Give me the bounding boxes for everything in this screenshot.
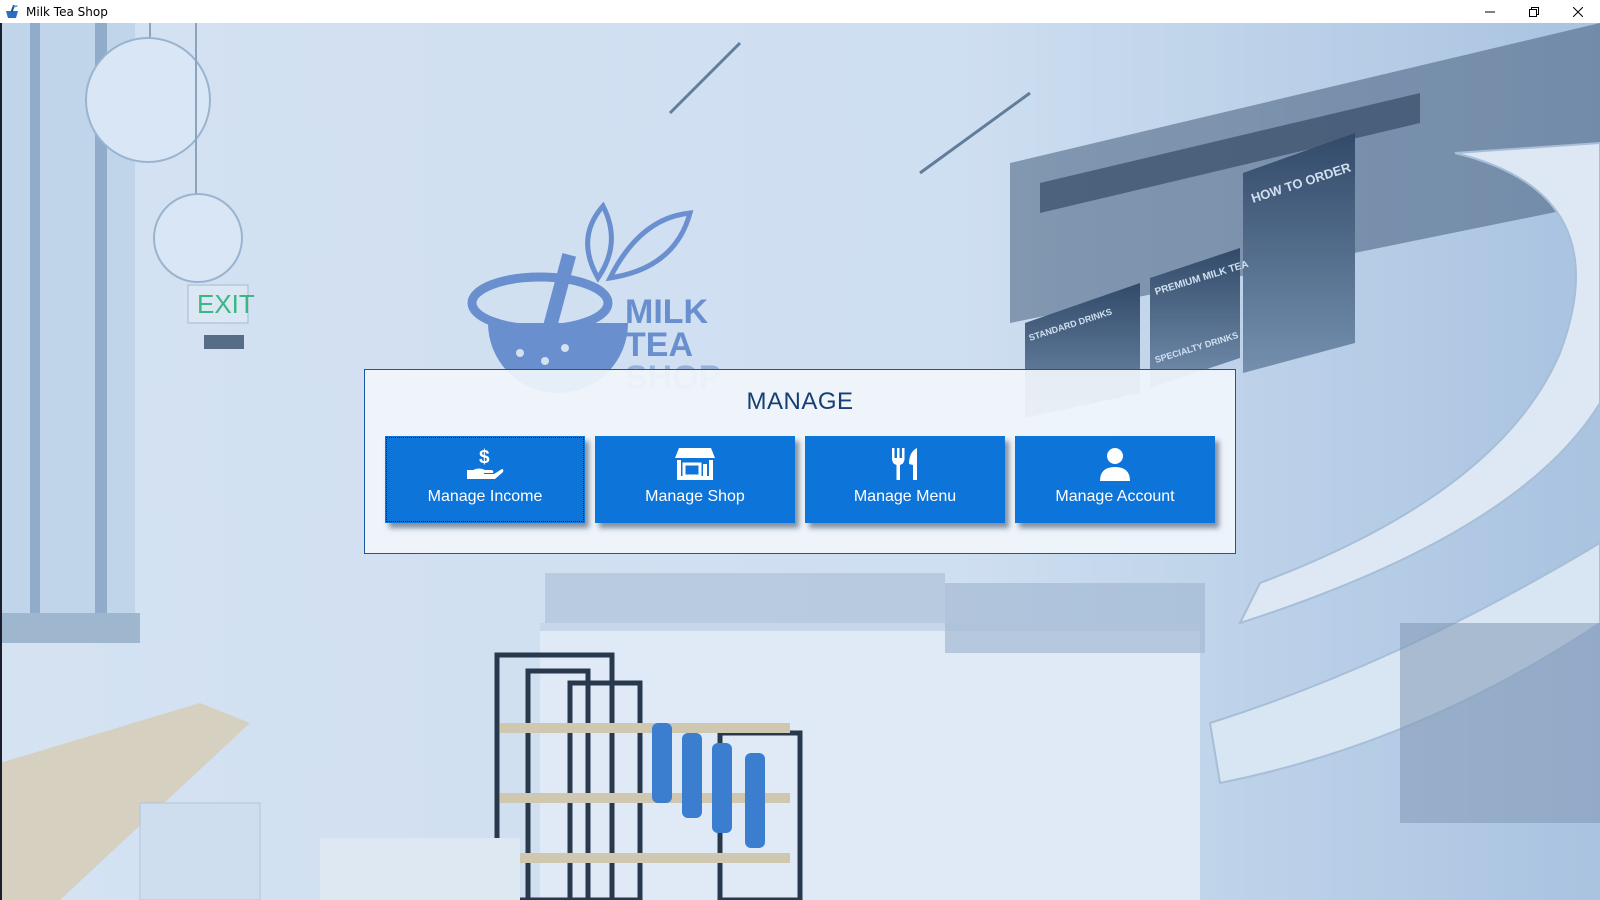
svg-text:$: $ xyxy=(479,447,490,468)
fork-knife-icon xyxy=(888,446,922,482)
user-icon xyxy=(1098,446,1132,482)
manage-panel: MANAGE $ Manage Income Manage Shop Manag… xyxy=(364,369,1236,554)
minimize-icon xyxy=(1485,11,1495,12)
manage-shop-label: Manage Shop xyxy=(645,488,745,505)
restore-button[interactable] xyxy=(1512,0,1556,23)
window-left-edge xyxy=(0,23,2,900)
store-icon xyxy=(673,446,717,482)
title-bar: Milk Tea Shop xyxy=(0,0,1600,23)
hand-dollar-icon: $ xyxy=(465,446,505,482)
manage-menu-button[interactable]: Manage Menu xyxy=(805,436,1005,523)
minimize-button[interactable] xyxy=(1468,0,1512,23)
manage-account-button[interactable]: Manage Account xyxy=(1015,436,1215,523)
manage-income-button[interactable]: $ Manage Income xyxy=(385,436,585,523)
close-icon xyxy=(1573,6,1583,17)
close-button[interactable] xyxy=(1556,0,1600,23)
window-title: Milk Tea Shop xyxy=(26,4,108,19)
manage-shop-button[interactable]: Manage Shop xyxy=(595,436,795,523)
manage-button-row: $ Manage Income Manage Shop Manage Menu … xyxy=(385,436,1215,523)
manage-account-label: Manage Account xyxy=(1055,488,1175,505)
manage-income-label: Manage Income xyxy=(427,488,543,505)
manage-title: MANAGE xyxy=(746,388,854,415)
restore-icon xyxy=(1529,6,1539,17)
milk-tea-icon xyxy=(4,4,20,20)
manage-menu-label: Manage Menu xyxy=(853,488,957,505)
